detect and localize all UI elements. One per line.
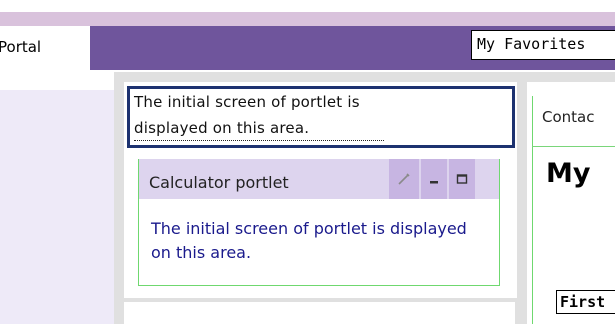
portal-tab[interactable]: Portal xyxy=(0,26,90,70)
first-name-field[interactable]: First xyxy=(556,290,615,314)
portlet-body-text: The initial screen of portlet is display… xyxy=(151,219,467,262)
portlet-header: Calculator portlet xyxy=(139,159,499,199)
left-sidebar xyxy=(0,88,114,324)
calculator-portlet: Calculator portlet The initial screen of… xyxy=(138,159,500,286)
minimize-icon xyxy=(430,181,438,184)
info-line-1: The initial screen of portlet is xyxy=(134,93,360,111)
contact-heading: My xyxy=(546,158,591,189)
minimize-button[interactable] xyxy=(421,159,447,199)
header-banner xyxy=(0,12,615,26)
contact-portlet-title: Contac xyxy=(542,108,595,126)
first-name-label: First xyxy=(560,293,606,311)
pencil-icon xyxy=(398,173,410,185)
header-spacer xyxy=(477,159,499,199)
portlet-title: Calculator portlet xyxy=(149,173,289,192)
contact-divider xyxy=(532,146,615,147)
info-underline xyxy=(134,140,384,141)
info-box: The initial screen of portlet is display… xyxy=(127,86,515,148)
favorites-dropdown[interactable]: My Favorites xyxy=(471,30,615,60)
maximize-icon xyxy=(456,174,468,184)
next-portlet-area xyxy=(124,302,515,324)
portal-tab-label: Portal xyxy=(0,38,42,56)
sidebar-divider xyxy=(0,88,114,90)
favorites-label: My Favorites xyxy=(477,35,586,53)
maximize-button[interactable] xyxy=(449,159,475,199)
top-strip xyxy=(0,0,615,12)
info-line-2: displayed on this area. xyxy=(134,119,310,137)
edit-button[interactable] xyxy=(389,159,419,199)
